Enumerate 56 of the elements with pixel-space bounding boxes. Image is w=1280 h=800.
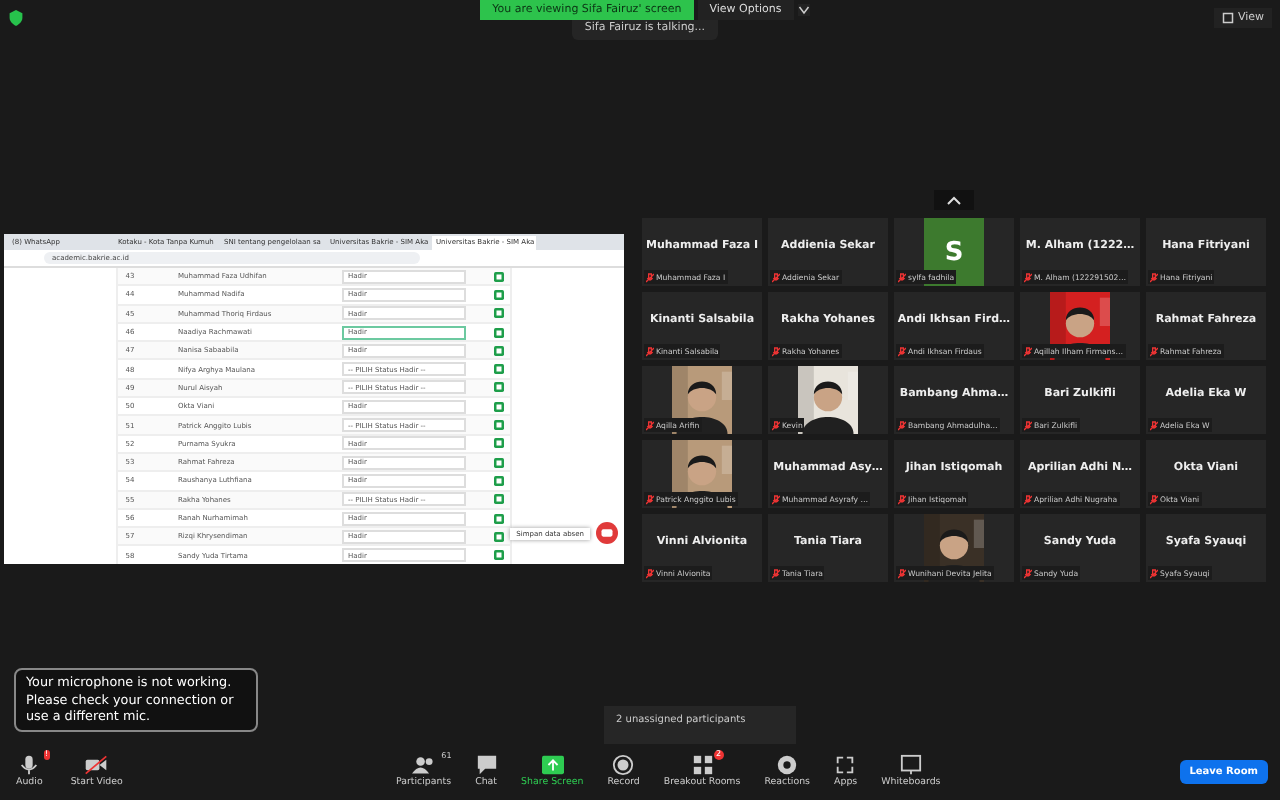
muted-microphone-icon xyxy=(1024,567,1032,579)
muted-microphone-icon xyxy=(1150,493,1158,505)
document-icon[interactable] xyxy=(494,420,504,431)
muted-microphone-icon xyxy=(1150,345,1158,357)
document-icon[interactable] xyxy=(494,345,504,356)
muted-microphone-icon xyxy=(772,419,780,431)
people-icon xyxy=(411,754,436,777)
muted-microphone-icon xyxy=(772,493,780,505)
document-icon[interactable] xyxy=(494,401,504,412)
document-icon[interactable] xyxy=(494,513,504,523)
caret-icon[interactable] xyxy=(797,4,810,16)
document-icon[interactable] xyxy=(494,494,504,505)
muted-microphone-icon xyxy=(1024,493,1032,505)
document-icon[interactable] xyxy=(494,438,504,449)
apps-icon xyxy=(834,754,857,777)
document-icon[interactable] xyxy=(494,364,504,375)
layout-icon xyxy=(1221,12,1234,24)
muted-microphone-icon xyxy=(646,419,654,431)
grid-icon xyxy=(691,754,714,777)
muted-microphone-icon xyxy=(646,271,654,283)
muted-microphone-icon xyxy=(646,567,654,579)
muted-microphone-icon xyxy=(1024,419,1032,431)
scroll-up-icon[interactable] xyxy=(934,190,974,210)
muted-microphone-icon xyxy=(1024,345,1032,357)
document-icon[interactable] xyxy=(494,382,504,393)
document-icon[interactable] xyxy=(494,308,504,319)
document-icon[interactable] xyxy=(494,327,504,338)
document-icon[interactable] xyxy=(494,531,504,542)
muted-microphone-icon xyxy=(772,345,780,357)
document-icon[interactable] xyxy=(494,289,504,300)
muted-microphone-icon xyxy=(646,345,654,357)
document-icon[interactable] xyxy=(494,550,504,561)
document-icon[interactable] xyxy=(494,475,504,486)
video-off-icon xyxy=(84,754,109,777)
muted-microphone-icon xyxy=(898,419,906,431)
chat-icon xyxy=(475,754,498,777)
reactions-icon xyxy=(776,754,799,777)
record-icon xyxy=(612,754,635,777)
shield-icon xyxy=(8,10,24,26)
muted-microphone-icon xyxy=(898,567,906,579)
microphone-icon xyxy=(18,754,41,777)
muted-microphone-icon xyxy=(646,493,654,505)
muted-microphone-icon xyxy=(1150,567,1158,579)
muted-microphone-icon xyxy=(1150,419,1158,431)
muted-microphone-icon xyxy=(898,345,906,357)
muted-microphone-icon xyxy=(772,271,780,283)
muted-microphone-icon xyxy=(1150,271,1158,283)
whiteboard-icon xyxy=(899,754,922,777)
muted-microphone-icon xyxy=(898,493,906,505)
chat-bubble-icon[interactable] xyxy=(596,522,618,544)
muted-microphone-icon xyxy=(772,567,780,579)
muted-microphone-icon xyxy=(898,271,906,283)
document-icon[interactable] xyxy=(494,271,504,282)
share-screen-icon xyxy=(541,754,564,777)
document-icon[interactable] xyxy=(494,457,504,468)
muted-microphone-icon xyxy=(1024,271,1032,283)
